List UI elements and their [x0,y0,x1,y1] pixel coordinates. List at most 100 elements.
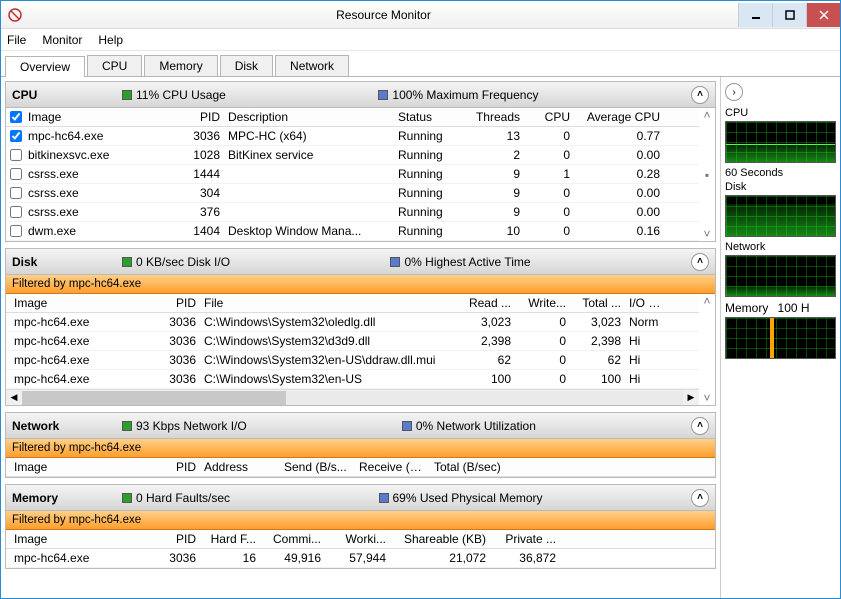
col-image[interactable]: Image [10,295,150,311]
collapse-icon[interactable]: ˄ [691,86,709,104]
square-icon [122,257,132,267]
cell: 0 [515,314,570,330]
disk-filter: Filtered by mpc-hc64.exe [6,275,715,294]
menu-help[interactable]: Help [98,33,123,47]
row-checkbox[interactable] [10,130,22,142]
cpu-scrollbar[interactable]: ˄▪˅ [699,108,715,241]
disk-panel-header[interactable]: Disk 0 KB/sec Disk I/O 0% Highest Active… [6,249,715,275]
col-pid[interactable]: PID [150,531,200,547]
row-checkbox[interactable] [10,206,22,218]
col-total[interactable]: Total (B/sec) [430,459,510,475]
col-recv[interactable]: Receive (B... [355,459,430,475]
col-avg[interactable]: Average CPU [574,109,664,125]
cpu-checkall[interactable] [10,111,22,123]
table-row[interactable]: dwm.exe1404Desktop Window Mana...Running… [6,222,699,241]
square-icon [390,257,400,267]
cell: 304 [174,185,224,201]
col-image[interactable]: Image [24,109,174,125]
col-file[interactable]: File [200,295,460,311]
menu-file[interactable]: File [7,33,26,47]
cell: mpc-hc64.exe [10,352,150,368]
col-io[interactable]: I/O P... [625,295,665,311]
cell: Desktop Window Mana... [224,223,394,239]
col-image[interactable]: Image [10,531,150,547]
close-button[interactable] [806,3,840,27]
cpu-columns: Image PID Description Status Threads CPU… [6,108,699,127]
disk-scrollbar[interactable]: ˄˅ [699,294,715,405]
table-row[interactable]: mpc-hc64.exe3036C:\Windows\System32\en-U… [6,351,699,370]
tab-overview[interactable]: Overview [5,56,85,77]
table-row[interactable]: bitkinexsvc.exe1028BitKinex serviceRunni… [6,146,699,165]
network-panel-header[interactable]: Network 93 Kbps Network I/O 0% Network U… [6,413,715,439]
tab-disk[interactable]: Disk [220,55,273,76]
col-total[interactable]: Total ... [570,295,625,311]
col-pid[interactable]: PID [150,295,200,311]
table-row[interactable]: mpc-hc64.exe3036C:\Windows\System32\oled… [6,313,699,332]
cell: mpc-hc64.exe [24,128,174,144]
maximize-button[interactable] [772,3,806,27]
col-priv[interactable]: Private ... [490,531,560,547]
cell: 0.16 [574,223,664,239]
side-panel: › CPU 60 Seconds Disk Network Memory 100… [720,77,840,598]
row-checkbox[interactable] [10,149,22,161]
col-work[interactable]: Worki... [325,531,390,547]
row-checkbox[interactable] [10,187,22,199]
col-desc[interactable]: Description [224,109,394,125]
tab-cpu[interactable]: CPU [87,55,142,76]
cell: 0 [524,128,574,144]
cell: Running [394,223,464,239]
col-read[interactable]: Read ... [460,295,515,311]
cpu-panel-header[interactable]: CPU 11% CPU Usage 100% Maximum Frequency… [6,82,715,108]
col-pid[interactable]: PID [174,109,224,125]
cpu-graph [725,121,836,163]
side-seconds-label: 60 Seconds [725,167,836,179]
collapse-icon[interactable]: ˄ [691,417,709,435]
cell: csrss.exe [24,204,174,220]
col-cpu[interactable]: CPU [524,109,574,125]
cell: 0 [515,333,570,349]
memory-panel: Memory 0 Hard Faults/sec 69% Used Physic… [5,484,716,569]
cpu-panel: CPU 11% CPU Usage 100% Maximum Frequency… [5,81,716,242]
tab-network[interactable]: Network [275,55,349,76]
cell: Running [394,204,464,220]
row-checkbox[interactable] [10,168,22,180]
tab-memory[interactable]: Memory [144,55,217,76]
col-pid[interactable]: PID [150,459,200,475]
cpu-title: CPU [12,88,112,102]
col-share[interactable]: Shareable (KB) [390,531,490,547]
disk-columns: Image PID File Read ... Write... Total .… [6,294,699,313]
col-status[interactable]: Status [394,109,464,125]
cell: 0 [524,223,574,239]
col-hf[interactable]: Hard F... [200,531,260,547]
col-address[interactable]: Address [200,459,280,475]
table-row[interactable]: mpc-hc64.exe30361649,91657,94421,07236,8… [6,549,715,568]
table-row[interactable]: mpc-hc64.exe3036C:\Windows\System32\d3d9… [6,332,699,351]
col-send[interactable]: Send (B/s... [280,459,355,475]
menu-monitor[interactable]: Monitor [42,33,82,47]
menubar: File Monitor Help [1,29,840,51]
table-row[interactable]: csrss.exe1444Running910.28 [6,165,699,184]
col-image[interactable]: Image [10,459,150,475]
table-row[interactable]: mpc-hc64.exe3036MPC-HC (x64)Running1300.… [6,127,699,146]
col-commit[interactable]: Commi... [260,531,325,547]
row-checkbox[interactable] [10,225,22,237]
minimize-button[interactable] [738,3,772,27]
cell: 2,398 [460,333,515,349]
collapse-icon[interactable]: ˄ [691,489,709,507]
collapse-icon[interactable]: ˄ [691,253,709,271]
table-row[interactable]: csrss.exe304Running900.00 [6,184,699,203]
table-row[interactable]: mpc-hc64.exe3036C:\Windows\System32\en-U… [6,370,699,389]
disk-hscroll[interactable]: ◀▶ [6,389,699,405]
cell: 1028 [174,147,224,163]
col-threads[interactable]: Threads [464,109,524,125]
cell: BitKinex service [224,147,394,163]
cell: 100 [460,371,515,387]
side-disk-label: Disk [725,181,836,193]
col-write[interactable]: Write... [515,295,570,311]
cell: 0 [515,371,570,387]
cell: 62 [570,352,625,368]
disk-graph [725,195,836,237]
expand-icon[interactable]: › [725,83,743,101]
memory-panel-header[interactable]: Memory 0 Hard Faults/sec 69% Used Physic… [6,485,715,511]
table-row[interactable]: csrss.exe376Running900.00 [6,203,699,222]
